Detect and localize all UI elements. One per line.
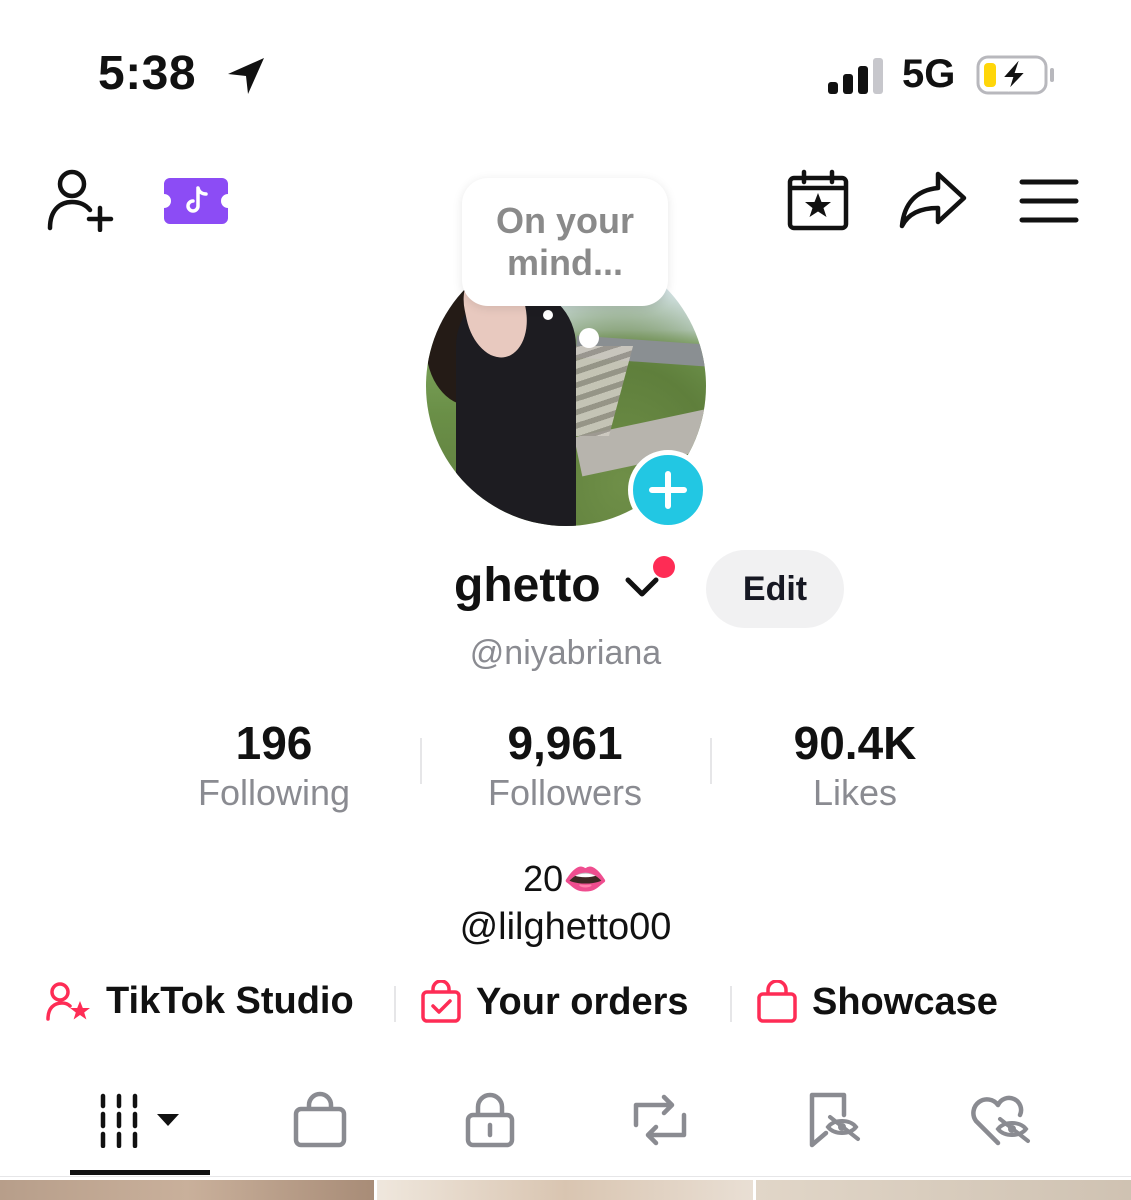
stat-label: Following <box>197 772 351 813</box>
liked-icon <box>971 1095 1030 1146</box>
plus-icon <box>649 471 687 509</box>
calendar-star-icon[interactable] <box>786 168 850 232</box>
bio-line: 20👄 <box>523 858 608 899</box>
video-thumbnail[interactable] <box>377 1180 753 1200</box>
repost-icon <box>633 1094 687 1146</box>
tab-reposts[interactable] <box>590 1088 730 1152</box>
video-thumbnail[interactable] <box>756 1180 1131 1200</box>
tiktok-studio-link[interactable]: TikTok Studio <box>46 980 354 1023</box>
video-thumbnail[interactable] <box>0 1180 374 1200</box>
showcase-link[interactable]: Showcase <box>756 980 998 1024</box>
username-handle: @niyabriana <box>469 634 662 672</box>
network-type: 5G <box>902 52 956 96</box>
stat-following[interactable]: 196 Following <box>154 716 394 814</box>
thought-dot <box>579 328 599 348</box>
add-user-icon[interactable] <box>46 168 116 232</box>
lock-icon <box>465 1092 515 1148</box>
divider <box>710 738 712 784</box>
active-tab-indicator <box>70 1170 210 1175</box>
stat-followers[interactable]: 9,961 Followers <box>445 716 685 814</box>
link-label: TikTok Studio <box>106 980 354 1022</box>
location-arrow-icon <box>228 58 264 94</box>
stat-value: 90.4K <box>793 717 917 769</box>
your-orders-link[interactable]: Your orders <box>420 980 689 1024</box>
saved-icon <box>809 1092 860 1148</box>
chevron-down-icon[interactable] <box>622 572 662 604</box>
menu-icon[interactable] <box>1018 176 1080 226</box>
thought-dot-small <box>543 310 553 320</box>
edit-profile-button[interactable]: Edit <box>706 550 844 628</box>
divider <box>420 738 422 784</box>
tab-videos[interactable] <box>70 1088 210 1152</box>
videos-grid-icon <box>100 1093 179 1148</box>
tab-private[interactable] <box>420 1088 560 1152</box>
divider <box>394 986 396 1022</box>
link-label: Showcase <box>812 980 998 1023</box>
link-label: Your orders <box>476 980 689 1023</box>
tab-shop[interactable] <box>250 1088 390 1152</box>
shop-icon <box>293 1091 347 1148</box>
tab-liked[interactable] <box>930 1088 1070 1152</box>
notification-dot <box>653 556 675 578</box>
tab-saved[interactable] <box>764 1088 904 1152</box>
stat-label: Followers <box>487 772 643 813</box>
note-bubble-text: On your mind... <box>495 200 634 283</box>
add-story-button[interactable] <box>628 450 708 530</box>
stat-value: 9,961 <box>507 717 623 769</box>
display-name[interactable]: ghetto <box>454 558 601 613</box>
tiktok-ticket-icon[interactable] <box>162 176 230 226</box>
shopping-bag-icon <box>757 980 797 1023</box>
status-time: 5:38 <box>98 47 197 100</box>
battery-charging-icon <box>976 55 1054 95</box>
divider <box>730 986 732 1022</box>
signal-strength-icon <box>828 58 883 94</box>
share-icon[interactable] <box>898 168 968 232</box>
stat-label: Likes <box>812 772 898 813</box>
divider <box>0 1176 1131 1177</box>
stat-value: 196 <box>235 717 313 769</box>
shopping-bag-check-icon <box>421 980 461 1023</box>
bio-mention-link[interactable]: @lilghetto00 <box>0 906 1131 949</box>
note-bubble[interactable]: On your mind... <box>462 178 668 306</box>
stat-likes[interactable]: 90.4K Likes <box>735 716 975 814</box>
user-star-icon <box>46 981 90 1021</box>
